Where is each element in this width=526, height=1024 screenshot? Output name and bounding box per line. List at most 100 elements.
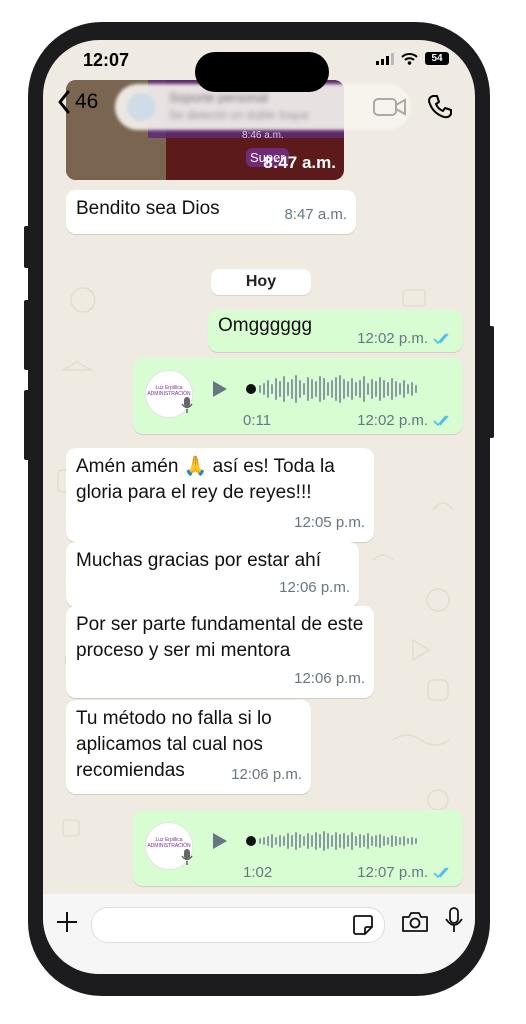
battery-indicator: 54: [425, 52, 449, 65]
play-icon[interactable]: [211, 379, 229, 399]
waveform-bar: [379, 834, 381, 848]
waveform-bar: [311, 379, 313, 399]
audio-waveform[interactable]: [259, 374, 417, 404]
waveform-bar: [303, 383, 305, 395]
waveform-bar: [263, 383, 265, 395]
status-time: 12:07: [83, 50, 130, 70]
day-divider: Hoy: [211, 269, 311, 295]
video-call-icon[interactable]: [373, 96, 407, 118]
waveform-bar: [415, 838, 417, 844]
waveform-bar: [275, 837, 277, 845]
contact-avatar: [127, 93, 155, 121]
voice-duration: 1:02: [243, 864, 273, 881]
waveform-bar: [319, 376, 321, 402]
microphone-icon[interactable]: [445, 907, 463, 935]
waveform-bar: [287, 382, 289, 396]
waveform-bar: [327, 833, 329, 849]
incoming-message[interactable]: Muchas gracias por estar ahí 12:06 p.m.: [66, 542, 359, 607]
waveform-bar: [331, 380, 333, 398]
waveform-bar: [307, 833, 309, 849]
waveform-bar: [383, 380, 385, 398]
waveform-bar: [375, 835, 377, 847]
side-button: [488, 326, 494, 438]
waveform-bar: [335, 377, 337, 401]
waveform-bar: [259, 385, 261, 393]
unread-count: 46: [75, 90, 99, 113]
mic-icon: [181, 397, 193, 413]
incoming-message[interactable]: Amén amén 🙏 así es! Toda la gloria para …: [66, 448, 374, 542]
waveform-bar: [315, 381, 317, 397]
waveform-bar: [267, 836, 269, 846]
waveform-bar: [343, 833, 345, 849]
message-text: Amén amén 🙏 así es! Toda la gloria para …: [76, 456, 335, 503]
waveform-bar: [299, 834, 301, 848]
waveform-bar: [283, 836, 285, 846]
waveform-bar: [407, 838, 409, 844]
waveform-bar: [351, 378, 353, 400]
voice-duration: 0:11: [243, 412, 272, 429]
waveform-bar: [383, 836, 385, 846]
waveform-bar: [299, 380, 301, 398]
waveform-bar: [363, 376, 365, 402]
message-text: Omgggggg: [218, 315, 313, 336]
plus-icon[interactable]: [55, 910, 79, 934]
waveform-bar: [319, 834, 321, 848]
message-text: Por ser parte fundamental de este proces…: [76, 614, 364, 661]
waveform-bar: [303, 836, 305, 846]
message-input[interactable]: [91, 907, 385, 943]
audio-scrubber[interactable]: [246, 384, 256, 394]
waveform-bar: [395, 381, 397, 397]
image-message-time: 8:47 a.m.: [263, 153, 336, 172]
waveform-bar: [367, 383, 369, 395]
waveform-bar: [395, 836, 397, 846]
play-icon[interactable]: [211, 831, 229, 851]
waveform-bar: [295, 832, 297, 850]
waveform-bar: [415, 385, 417, 393]
waveform-bar: [411, 382, 413, 396]
voice-message[interactable]: Luz Erpillica ADMINISTRACIÓN 1:02 12:07 …: [133, 810, 463, 886]
waveform-bar: [343, 379, 345, 399]
audio-waveform[interactable]: [259, 826, 417, 856]
incoming-message[interactable]: Bendito sea Dios 8:47 a.m.: [66, 190, 356, 234]
back-button[interactable]: 46: [57, 90, 98, 114]
waveform-bar: [359, 380, 361, 398]
waveform-bar: [279, 381, 281, 397]
contact-name: Soporte personal: [169, 90, 269, 105]
read-receipt-icon: [433, 332, 449, 344]
waveform-bar: [339, 375, 341, 403]
waveform-bar: [279, 835, 281, 847]
message-text: Bendito sea Dios: [76, 198, 220, 219]
side-button: [24, 300, 30, 370]
waveform-bar: [339, 834, 341, 848]
sticker-icon[interactable]: [352, 914, 374, 936]
camera-icon[interactable]: [401, 911, 429, 933]
waveform-bar: [371, 836, 373, 846]
waveform-bar: [331, 835, 333, 847]
waveform-bar: [407, 384, 409, 394]
read-receipt-icon: [433, 414, 449, 426]
audio-scrubber[interactable]: [246, 836, 256, 846]
waveform-bar: [327, 382, 329, 396]
waveform-bar: [271, 384, 273, 394]
message-time: 12:02 p.m.: [357, 330, 428, 347]
waveform-bar: [363, 835, 365, 847]
waveform-bar: [323, 831, 325, 851]
waveform-bar: [291, 835, 293, 847]
waveform-bar: [391, 835, 393, 847]
wifi-icon: [401, 53, 418, 65]
phone-call-icon[interactable]: [427, 94, 453, 120]
incoming-message[interactable]: Tu método no falla si lo aplicamos tal c…: [66, 700, 311, 794]
outgoing-message[interactable]: Omgggggg 12:02 p.m.: [208, 310, 463, 352]
incoming-message[interactable]: Por ser parte fundamental de este proces…: [66, 606, 374, 698]
waveform-bar: [307, 377, 309, 401]
waveform-bar: [411, 837, 413, 845]
waveform-bar: [403, 380, 405, 398]
waveform-bar: [275, 378, 277, 400]
message-time: 12:06 p.m.: [294, 670, 365, 687]
side-button: [24, 390, 30, 460]
message-time: 12:06 p.m.: [231, 766, 302, 783]
waveform-bar: [315, 832, 317, 850]
waveform-bar: [291, 379, 293, 399]
waveform-bar: [335, 832, 337, 850]
voice-message[interactable]: Luz Erpillica ADMINISTRACIÓN 0:11 12:02 …: [133, 358, 463, 434]
